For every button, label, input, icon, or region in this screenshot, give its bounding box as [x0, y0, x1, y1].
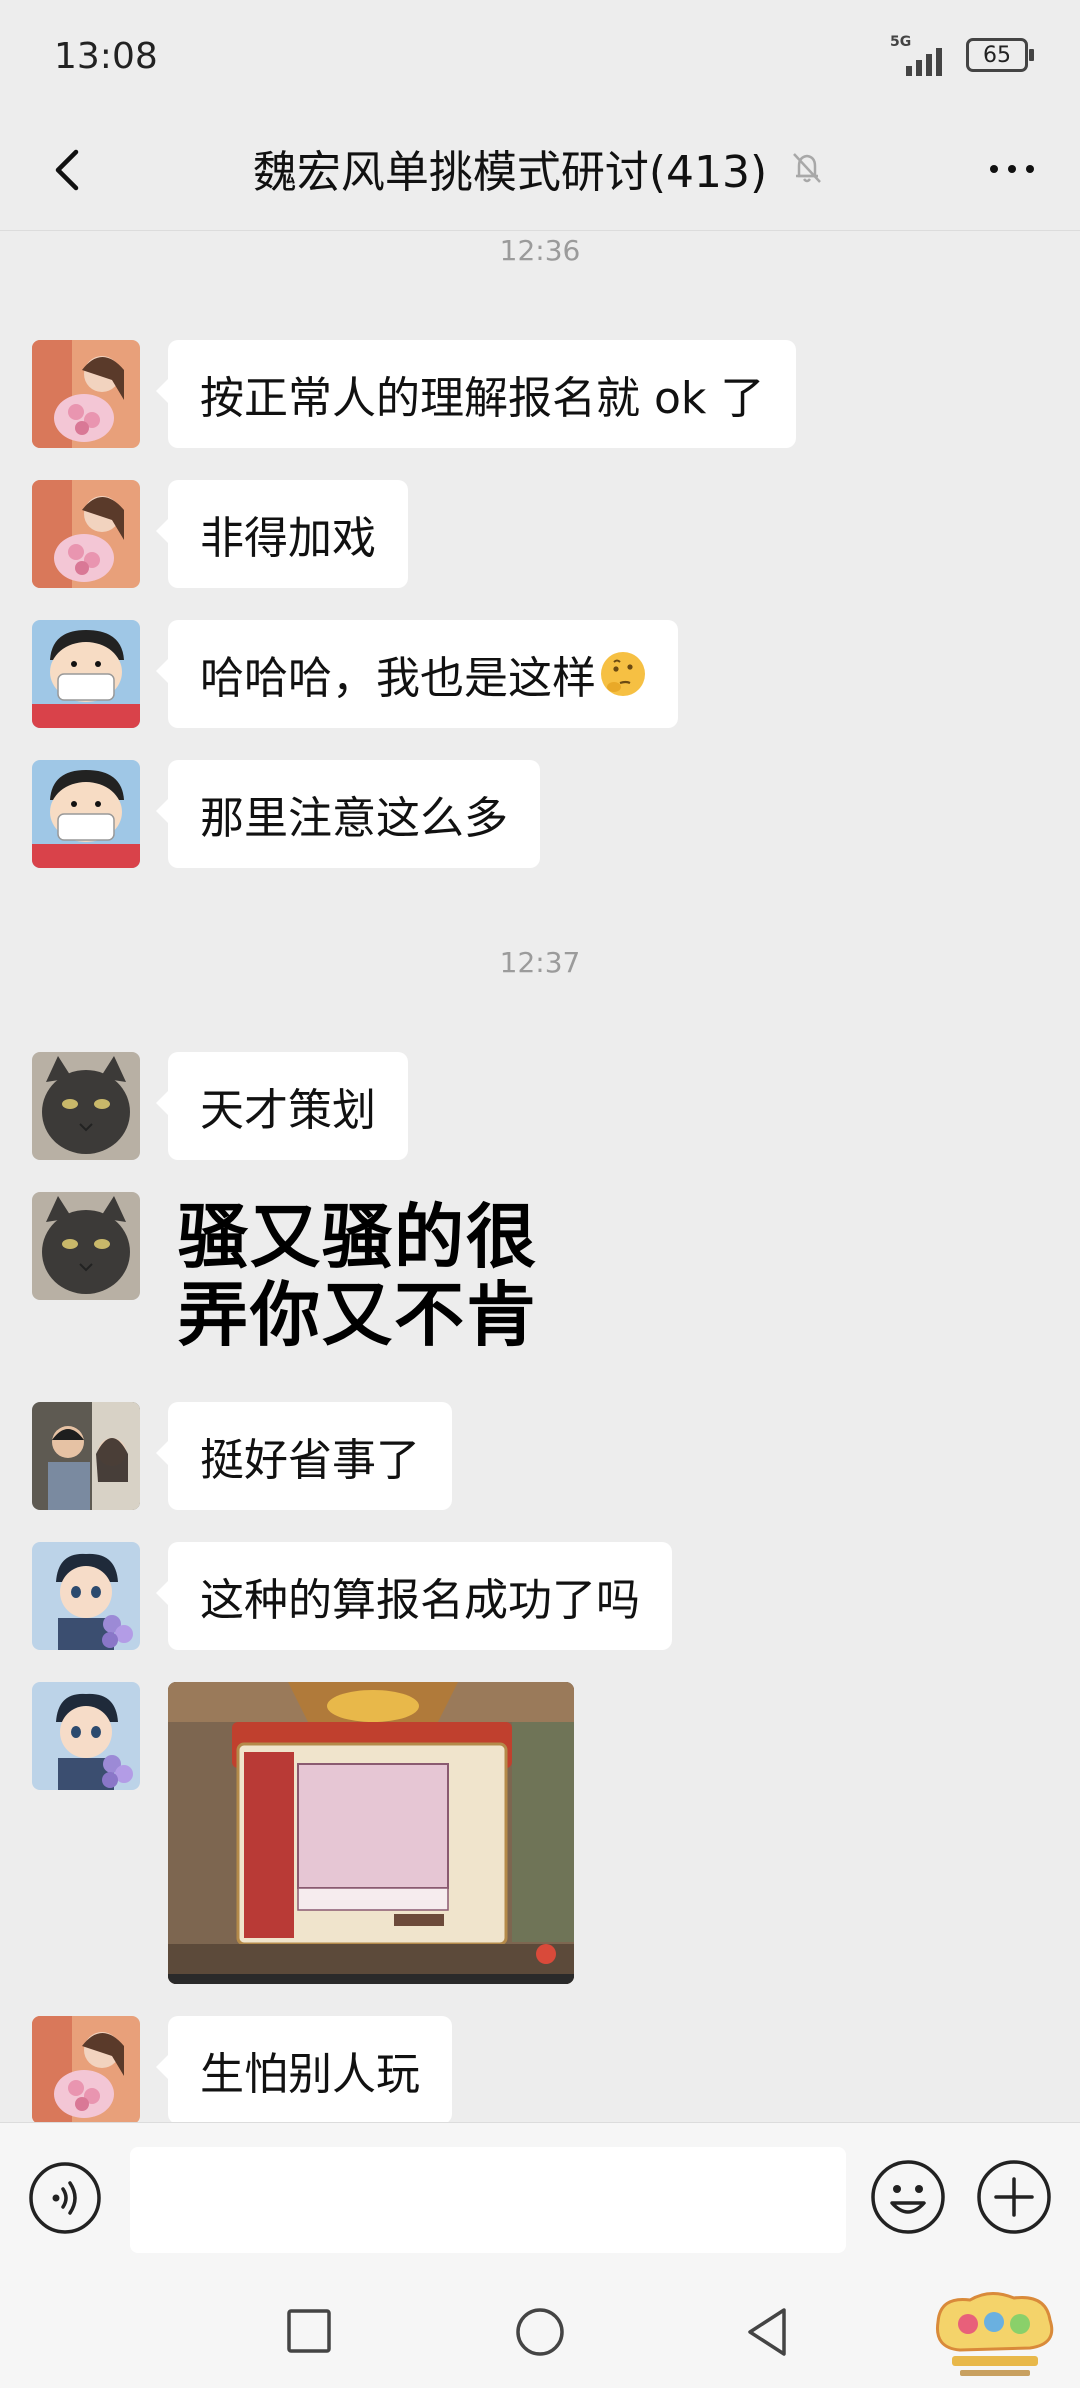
battery-icon: 65	[966, 38, 1034, 72]
status-bar: 13:08 5G 65	[0, 0, 1080, 116]
plus-icon[interactable]	[976, 2159, 1052, 2235]
message-input[interactable]	[130, 2147, 846, 2253]
avatar[interactable]	[32, 480, 140, 588]
chat-header: 魏宏风单挑模式研讨(413)	[0, 116, 1080, 231]
avatar[interactable]	[32, 620, 140, 728]
sticker-line: 弄你又不肯	[178, 1274, 538, 1356]
message-text: 非得加戏	[200, 513, 376, 564]
sticker-line: 骚又骚的很	[178, 1196, 538, 1278]
timestamp: 12:37	[499, 946, 581, 979]
status-time: 13:08	[54, 36, 158, 77]
message-text: 哈哈哈，我也是这样	[200, 653, 596, 704]
message-bubble[interactable]: 挺好省事了	[156, 1402, 452, 1510]
battery-level: 65	[983, 42, 1011, 68]
bell-off-icon	[793, 153, 822, 183]
message-bubble[interactable]: 天才策划	[156, 1052, 408, 1160]
message-text: 生怕别人玩	[200, 2049, 420, 2100]
chat-title: 魏宏风单挑模式研讨(413)	[252, 147, 768, 198]
avatar[interactable]	[32, 2016, 140, 2122]
message-text: 那里注意这么多	[200, 793, 508, 844]
voice-icon[interactable]	[28, 2161, 102, 2235]
message-bubble[interactable]: 那里注意这么多	[156, 760, 540, 868]
image-message[interactable]	[168, 1682, 574, 1984]
system-nav-bar	[0, 2278, 1080, 2388]
avatar[interactable]	[32, 340, 140, 448]
avatar[interactable]	[32, 760, 140, 868]
avatar[interactable]	[32, 1402, 140, 1510]
message-list[interactable]: 12:36 按正常人的理解报名就 ok 了 非得加戏 哈哈哈，我也是这样 那里注…	[0, 230, 1080, 2122]
avatar[interactable]	[32, 1682, 140, 1790]
status-indicators: 5G 65	[890, 34, 1034, 76]
back-triangle-icon[interactable]	[744, 2306, 790, 2358]
message-text: 这种的算报名成功了吗	[200, 1575, 640, 1626]
home-icon[interactable]	[514, 2306, 566, 2358]
avatar[interactable]	[32, 1052, 140, 1160]
message-bubble[interactable]: 哈哈哈，我也是这样	[156, 620, 678, 728]
watermark-logo-icon	[935, 2292, 1054, 2376]
ellipsis-icon[interactable]	[982, 144, 1042, 194]
timestamp: 12:36	[499, 234, 581, 267]
message-bubble[interactable]: 生怕别人玩	[156, 2016, 452, 2122]
message-bubble[interactable]: 非得加戏	[156, 480, 408, 588]
recent-apps-icon[interactable]	[286, 2308, 332, 2354]
signal-icon: 5G	[890, 34, 950, 76]
message-bubble[interactable]: 按正常人的理解报名就 ok 了	[155, 340, 797, 448]
message-text: 挺好省事了	[200, 1435, 420, 1486]
text-sticker[interactable]: 骚又骚的很 弄你又不肯	[178, 1198, 538, 1354]
message-bubble[interactable]: 这种的算报名成功了吗	[156, 1542, 672, 1650]
message-text: 按正常人的理解报名就 ok 了	[200, 373, 765, 424]
smiley-icon[interactable]	[870, 2159, 946, 2235]
thinking-face-emoji	[601, 652, 645, 696]
message-text: 天才策划	[200, 1085, 376, 1136]
avatar[interactable]	[32, 1192, 140, 1300]
avatar[interactable]	[32, 1542, 140, 1650]
input-bar	[0, 2122, 1080, 2279]
